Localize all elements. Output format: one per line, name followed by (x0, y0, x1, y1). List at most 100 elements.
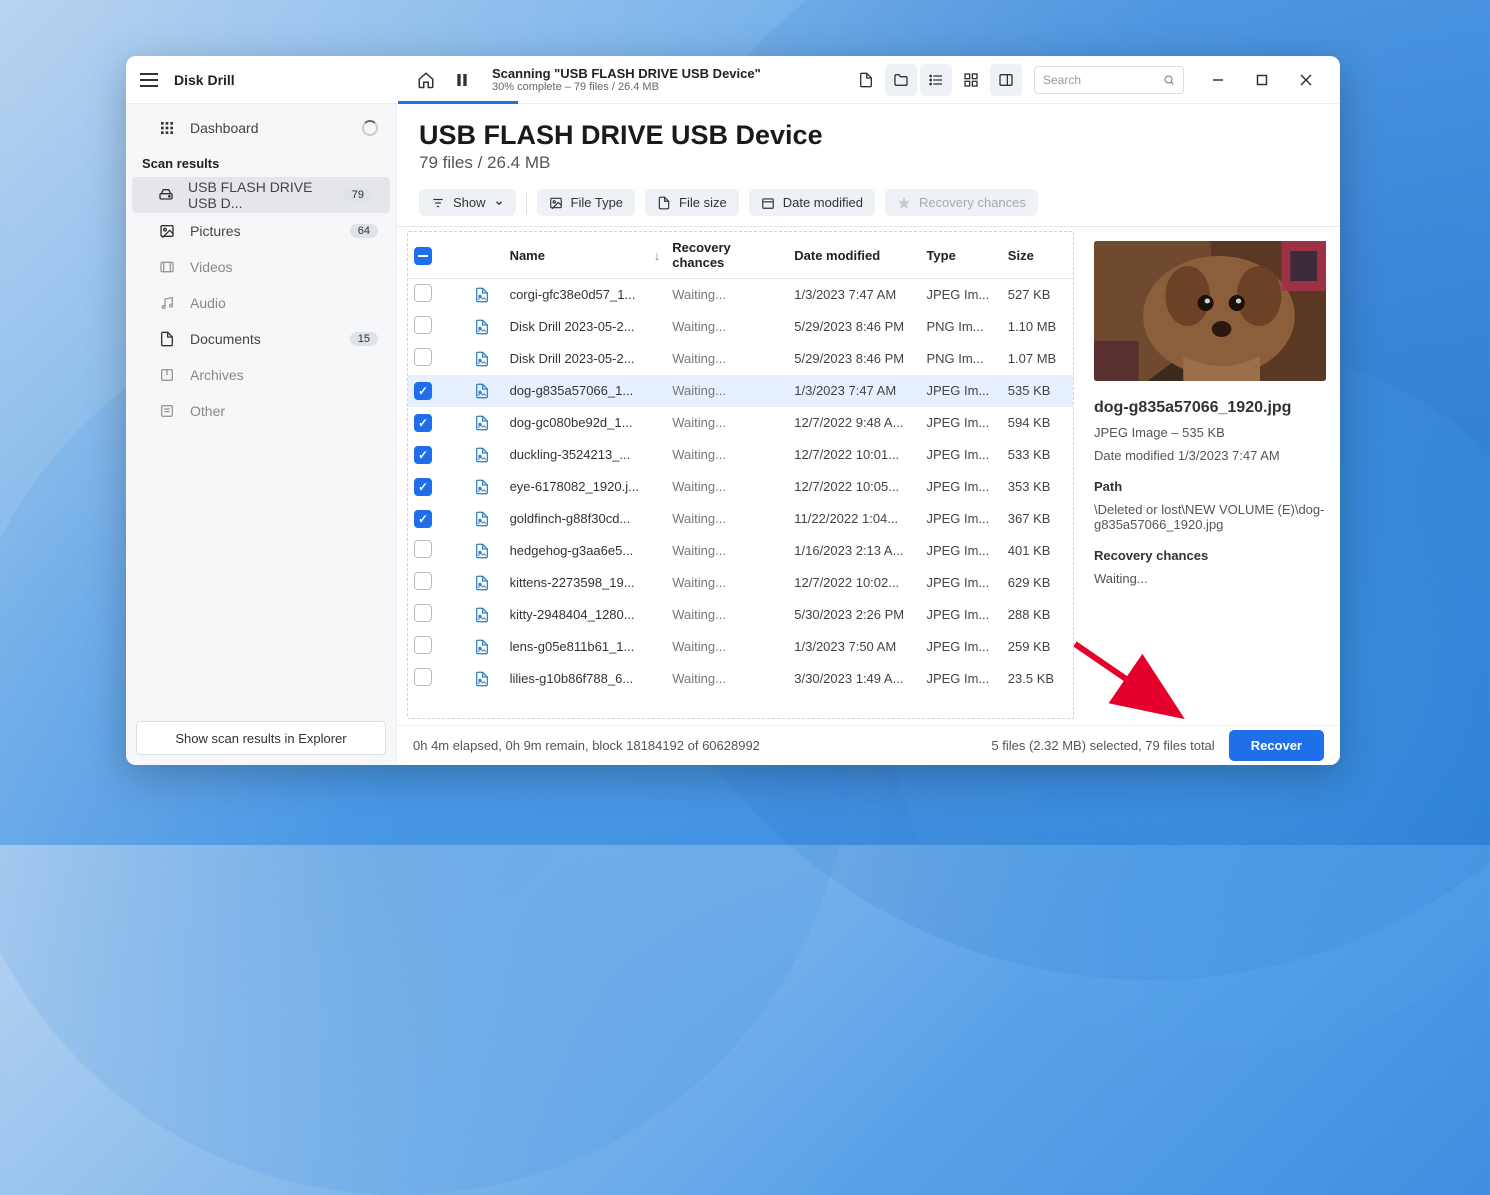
table-row[interactable]: dog-gc080be92d_1...Waiting...12/7/2022 9… (408, 407, 1073, 439)
sidebar-item-label: Pictures (190, 223, 241, 239)
sidebar-item-other[interactable]: Other (126, 393, 396, 429)
cell-name: kittens-2273598_19... (504, 567, 667, 599)
row-checkbox[interactable] (414, 604, 432, 622)
table-row[interactable]: kittens-2273598_19...Waiting...12/7/2022… (408, 567, 1073, 599)
table-row[interactable]: corgi-gfc38e0d57_1...Waiting...1/3/2023 … (408, 279, 1073, 311)
image-icon (549, 196, 563, 210)
panel-view-icon[interactable] (990, 64, 1022, 96)
preview-meta-date: Date modified 1/3/2023 7:47 AM (1094, 448, 1326, 463)
cell-size: 259 KB (1002, 631, 1073, 663)
cell-date: 1/3/2023 7:47 AM (788, 279, 920, 311)
row-checkbox[interactable] (414, 668, 432, 686)
calendar-icon (761, 196, 775, 210)
row-checkbox[interactable] (414, 572, 432, 590)
home-icon[interactable] (410, 64, 442, 96)
cell-date: 1/3/2023 7:47 AM (788, 375, 920, 407)
cell-size: 629 KB (1002, 567, 1073, 599)
row-checkbox[interactable] (414, 446, 432, 464)
sidebar-dashboard[interactable]: Dashboard (126, 110, 396, 146)
archive-icon (158, 367, 176, 383)
table-row[interactable]: lens-g05e811b61_1...Waiting...1/3/2023 7… (408, 631, 1073, 663)
recover-button[interactable]: Recover (1229, 730, 1324, 761)
sidebar-item-videos[interactable]: Videos (126, 249, 396, 285)
preview-meta-type: JPEG Image – 535 KB (1094, 425, 1326, 440)
file-type-icon (474, 575, 490, 591)
table-row[interactable]: eye-6178082_1920.j...Waiting...12/7/2022… (408, 471, 1073, 503)
video-icon (158, 259, 176, 275)
preview-image (1094, 241, 1326, 381)
file-type-icon (474, 607, 490, 623)
row-checkbox[interactable] (414, 348, 432, 366)
cell-type: JPEG Im... (920, 407, 1001, 439)
table-row[interactable]: dog-g835a57066_1...Waiting...1/3/2023 7:… (408, 375, 1073, 407)
minimize-button[interactable] (1196, 64, 1240, 96)
row-checkbox[interactable] (414, 316, 432, 334)
recovery-chances-filter[interactable]: Recovery chances (885, 189, 1038, 216)
file-type-icon (474, 671, 490, 687)
folder-view-icon[interactable] (885, 64, 917, 96)
search-placeholder: Search (1043, 73, 1081, 87)
maximize-button[interactable] (1240, 64, 1284, 96)
table-row[interactable]: goldfinch-g88f30cd...Waiting...11/22/202… (408, 503, 1073, 535)
sidebar-item-badge: 64 (350, 224, 378, 238)
close-button[interactable] (1284, 64, 1328, 96)
cell-recovery: Waiting... (666, 599, 788, 631)
sidebar-item-pictures[interactable]: Pictures 64 (126, 213, 396, 249)
file-type-icon (474, 543, 490, 559)
file-size-filter[interactable]: File size (645, 189, 739, 216)
row-checkbox[interactable] (414, 510, 432, 528)
file-type-icon (474, 415, 490, 431)
row-checkbox[interactable] (414, 284, 432, 302)
date-modified-filter[interactable]: Date modified (749, 189, 875, 216)
column-date[interactable]: Date modified (788, 232, 920, 279)
show-in-explorer-button[interactable]: Show scan results in Explorer (136, 721, 386, 755)
search-input[interactable]: Search (1034, 66, 1184, 94)
sidebar-item-archives[interactable]: Archives (126, 357, 396, 393)
other-icon (158, 403, 176, 419)
preview-panel: dog-g835a57066_1920.jpg JPEG Image – 535… (1080, 227, 1340, 725)
star-icon (897, 196, 911, 210)
file-icon (657, 196, 671, 210)
table-row[interactable]: kitty-2948404_1280...Waiting...5/30/2023… (408, 599, 1073, 631)
table-row[interactable]: hedgehog-g3aa6e5...Waiting...1/16/2023 2… (408, 535, 1073, 567)
cell-name: duckling-3524213_... (504, 439, 667, 471)
table-row[interactable]: lilies-g10b86f788_6...Waiting...3/30/202… (408, 663, 1073, 695)
row-checkbox[interactable] (414, 414, 432, 432)
pause-icon[interactable] (446, 64, 478, 96)
sidebar-item-documents[interactable]: Documents15 (126, 321, 396, 357)
file-type-icon (474, 511, 490, 527)
preview-recovery-value: Waiting... (1094, 571, 1326, 586)
table-row[interactable]: duckling-3524213_...Waiting...12/7/2022 … (408, 439, 1073, 471)
show-filter[interactable]: Show (419, 189, 516, 216)
scan-subtitle: 30% complete – 79 files / 26.4 MB (492, 81, 761, 93)
select-all-checkbox[interactable] (414, 247, 432, 265)
file-type-filter[interactable]: File Type (537, 189, 636, 216)
column-name[interactable]: Name ↓ (504, 232, 667, 279)
menu-icon[interactable] (140, 68, 164, 92)
file-view-icon[interactable] (850, 64, 882, 96)
cell-size: 288 KB (1002, 599, 1073, 631)
table-row[interactable]: Disk Drill 2023-05-2...Waiting...5/29/20… (408, 311, 1073, 343)
scan-progress-text: 0h 4m elapsed, 0h 9m remain, block 18184… (413, 738, 760, 753)
row-checkbox[interactable] (414, 478, 432, 496)
sidebar-item-audio[interactable]: Audio (126, 285, 396, 321)
cell-recovery: Waiting... (666, 471, 788, 503)
sidebar-item-usb-flash-drive-usb-d-[interactable]: USB FLASH DRIVE USB D...79 (132, 177, 390, 213)
grid-view-icon[interactable] (955, 64, 987, 96)
table-row[interactable]: Disk Drill 2023-05-2...Waiting...5/29/20… (408, 343, 1073, 375)
column-recovery[interactable]: Recovery chances (666, 232, 788, 279)
column-type[interactable]: Type (920, 232, 1001, 279)
cell-name: goldfinch-g88f30cd... (504, 503, 667, 535)
app-window: Disk Drill Scanning "USB FLASH DRIVE USB… (126, 56, 1340, 765)
row-checkbox[interactable] (414, 540, 432, 558)
cell-size: 1.07 MB (1002, 343, 1073, 375)
cell-type: JPEG Im... (920, 439, 1001, 471)
row-checkbox[interactable] (414, 636, 432, 654)
sidebar-item-label: Other (190, 403, 225, 419)
file-type-icon (474, 479, 490, 495)
list-view-icon[interactable] (920, 64, 952, 96)
row-checkbox[interactable] (414, 382, 432, 400)
sidebar-item-label: Archives (190, 367, 244, 383)
filter-bar: Show File Type File size Date modified (397, 179, 1340, 226)
column-size[interactable]: Size (1002, 232, 1073, 279)
